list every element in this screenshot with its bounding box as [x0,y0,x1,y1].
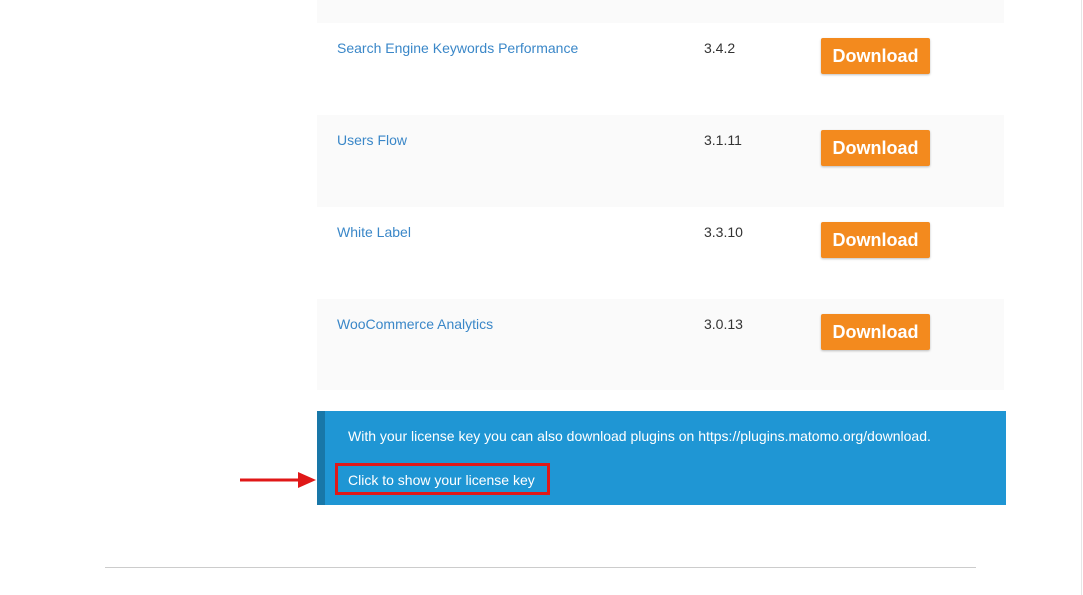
arrow-right-icon [240,472,316,488]
highlight-box [335,463,550,495]
plugin-name-link[interactable]: WooCommerce Analytics [337,316,493,332]
plugin-name-link[interactable]: Search Engine Keywords Performance [337,40,578,56]
download-button[interactable]: Download [821,222,930,258]
table-row: White Label 3.3.10 Download [317,207,1004,299]
plugin-table: Search Engine Keywords Performance 3.4.2… [317,0,1004,390]
plugin-version: 3.3.10 [704,224,743,240]
download-button[interactable]: Download [821,38,930,74]
table-row: Users Flow 3.1.11 Download [317,115,1004,207]
download-button[interactable]: Download [821,130,930,166]
plugin-version: 3.1.11 [704,132,742,148]
divider [105,567,976,568]
plugin-name-link[interactable]: Users Flow [337,132,407,148]
table-row: Search Engine Keywords Performance 3.4.2… [317,23,1004,115]
notice-text: With your license key you can also downl… [348,428,931,444]
download-button[interactable]: Download [821,314,930,350]
plugin-version: 3.0.13 [704,316,743,332]
plugin-version: 3.4.2 [704,40,736,56]
scrollbar[interactable] [1081,0,1082,595]
page: Search Engine Keywords Performance 3.4.2… [0,0,1083,595]
plugin-name-link[interactable]: White Label [337,224,411,240]
table-row-partial [317,0,1004,23]
table-row: WooCommerce Analytics 3.0.13 Download [317,299,1004,390]
